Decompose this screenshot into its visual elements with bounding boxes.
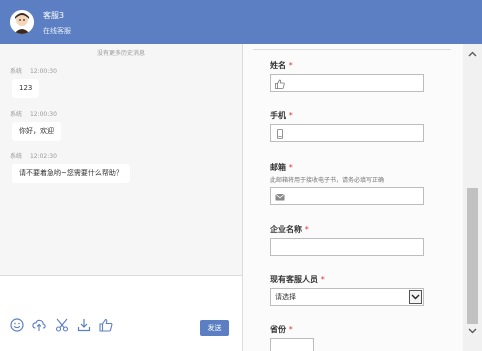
agent-name: 客服3 [43, 11, 65, 20]
name-label: 姓名 * [270, 61, 293, 70]
customer-info-form: 姓名 * 手机 * 邮箱 * 此邮箱将用于接收电子书，请务必填写正确 企业名称 … [243, 44, 463, 351]
message-meta: 系统 12:00:30 [10, 66, 57, 75]
send-button[interactable]: 发送 [200, 320, 229, 336]
thumbs-up-icon [275, 79, 285, 89]
message-sender: 系统 [10, 111, 23, 118]
scroll-down-icon[interactable] [468, 326, 477, 335]
name-field[interactable] [270, 74, 424, 92]
email-label: 邮箱 * [270, 163, 293, 172]
history-hint: 没有更多历史消息 [96, 50, 145, 57]
phone-label: 手机 * [270, 111, 293, 120]
scroll-up-icon[interactable] [468, 50, 477, 59]
scissors-icon[interactable] [55, 318, 69, 332]
email-field[interactable] [270, 187, 424, 205]
company-label: 企业名称 * [270, 225, 309, 234]
download-icon[interactable] [77, 318, 91, 332]
agent-avatar [10, 10, 34, 34]
thumbs-up-icon[interactable] [99, 318, 113, 332]
staff-select-value: 请选择 [275, 293, 296, 301]
phone-icon [277, 129, 283, 139]
agent-status: 在线客服 [43, 27, 71, 35]
required-mark: * [288, 325, 293, 334]
form-scrollbar[interactable] [463, 44, 482, 351]
message-time: 12:00:30 [29, 111, 57, 118]
phone-field[interactable] [270, 124, 424, 142]
emoji-icon[interactable] [10, 318, 24, 332]
scrollbar-thumb[interactable] [467, 188, 478, 324]
required-mark: * [288, 111, 293, 120]
message-sender: 系统 [10, 153, 23, 160]
form-top-divider [253, 49, 451, 50]
message-sender: 系统 [10, 68, 23, 75]
required-mark: * [288, 163, 293, 172]
chat-header: 客服3 在线客服 [0, 0, 482, 44]
message-time: 12:00:30 [29, 68, 57, 75]
chat-message-area[interactable]: 没有更多历史消息 系统 12:00:30 123 系统 12:00:30 你好，… [0, 44, 242, 275]
message-meta: 系统 12:02:30 [10, 151, 57, 160]
chat-toolbar: 发送 [0, 276, 242, 351]
envelope-icon [275, 193, 285, 201]
upload-cloud-icon[interactable] [32, 318, 46, 332]
staff-select[interactable]: 请选择 [270, 288, 424, 306]
province-select[interactable] [270, 338, 314, 351]
staff-label: 现有客服人员 * [270, 275, 325, 284]
message-bubble: 123 [12, 79, 40, 98]
message-bubble: 你好，欢迎 [12, 122, 61, 141]
required-mark: * [320, 275, 325, 284]
required-mark: * [288, 61, 293, 70]
required-mark: * [304, 225, 309, 234]
email-hint: 此邮箱将用于接收电子书，请务必填写正确 [270, 177, 385, 184]
select-dropdown-button[interactable] [409, 290, 422, 304]
province-label: 省份 * [270, 325, 293, 334]
message-time: 12:02:30 [29, 153, 57, 160]
agent-avatar-icon [10, 10, 34, 34]
chevron-down-icon [411, 294, 420, 300]
message-bubble: 请不要着急哟~您需要什么帮助？ [12, 164, 130, 183]
company-field[interactable] [270, 238, 424, 256]
message-meta: 系统 12:00:30 [10, 109, 57, 118]
